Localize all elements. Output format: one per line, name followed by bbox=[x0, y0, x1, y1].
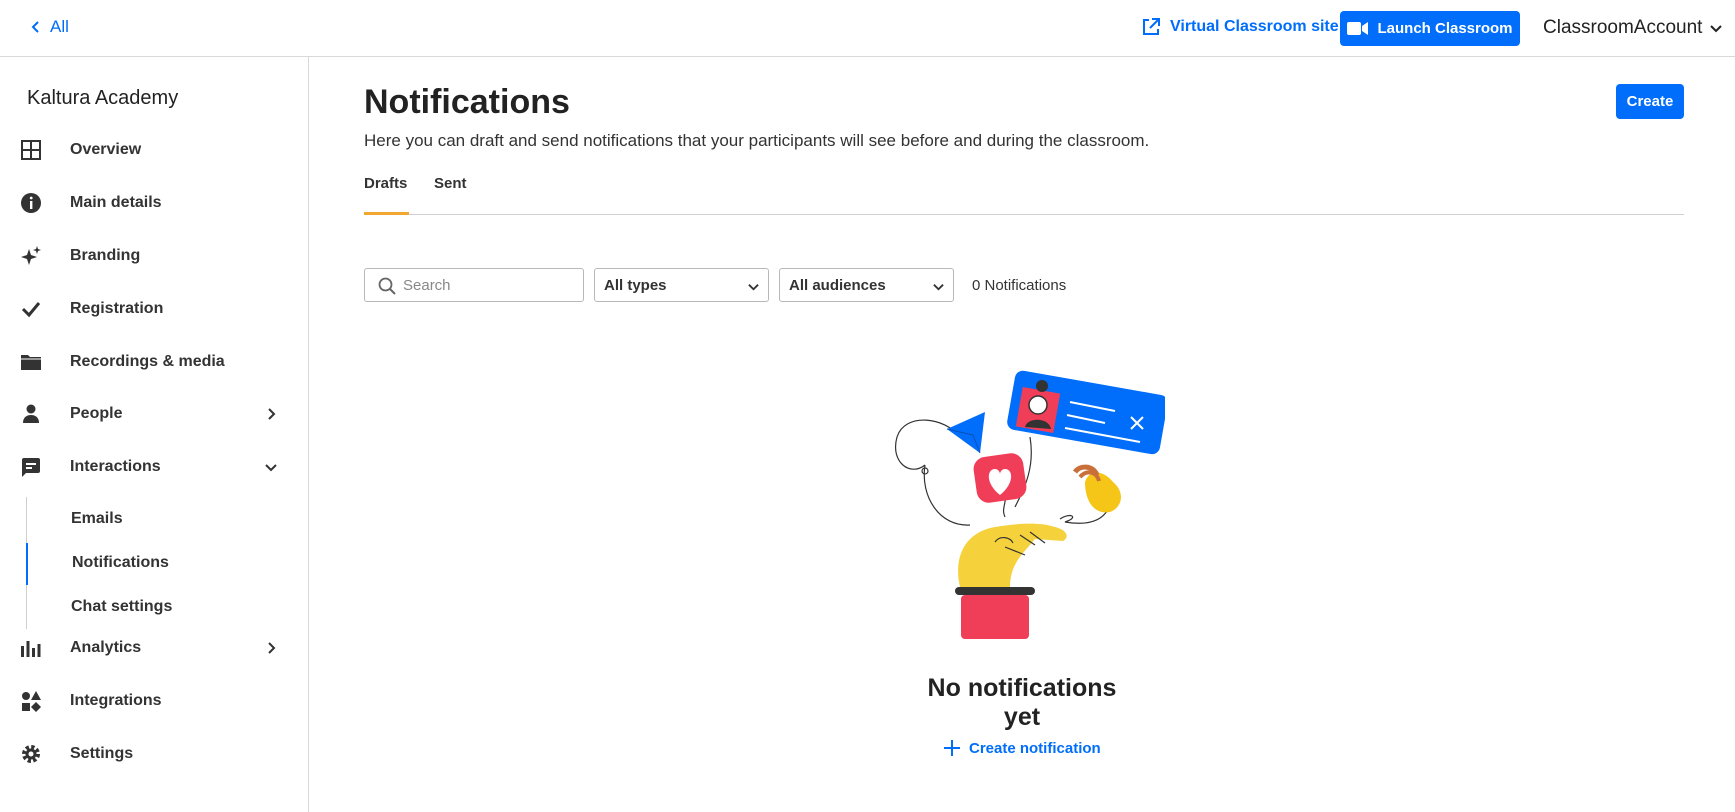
sidebar-item-overview[interactable]: Overview bbox=[0, 130, 308, 170]
account-menu[interactable]: ClassroomAccount bbox=[1543, 17, 1723, 39]
type-filter-select[interactable]: All types bbox=[594, 268, 769, 302]
sidebar-item-analytics[interactable]: Analytics bbox=[0, 628, 308, 668]
sidebar-item-people[interactable]: People bbox=[0, 394, 308, 434]
page-title: Notifications bbox=[364, 83, 570, 121]
chevron-down-icon bbox=[748, 284, 759, 291]
sidebar-item-label: Integrations bbox=[70, 692, 162, 709]
chevron-left-icon bbox=[31, 21, 39, 33]
search-icon bbox=[378, 277, 396, 295]
search-input[interactable] bbox=[403, 271, 578, 299]
sidebar-item-label: Main details bbox=[70, 194, 162, 211]
bar-chart-icon bbox=[20, 637, 42, 659]
audience-filter-select[interactable]: All audiences bbox=[779, 268, 954, 302]
sidebar-item-label: People bbox=[70, 405, 123, 422]
sidebar-item-main-details[interactable]: Main details bbox=[0, 183, 308, 223]
sidebar-subitem-emails[interactable]: Emails bbox=[28, 499, 308, 539]
sidebar-item-branding[interactable]: Branding bbox=[0, 236, 308, 276]
sidebar-item-label: Settings bbox=[70, 745, 134, 762]
sidebar-subitem-label: Emails bbox=[71, 510, 123, 527]
sidebar-item-registration[interactable]: Registration bbox=[0, 289, 308, 329]
sidebar-item-label: Interactions bbox=[70, 458, 161, 475]
audience-filter-value: All audiences bbox=[789, 277, 886, 294]
person-icon bbox=[20, 403, 42, 425]
sparkle-icon bbox=[20, 245, 42, 267]
sidebar-subitem-chat-settings[interactable]: Chat settings bbox=[28, 587, 308, 627]
notifications-count: 0 Notifications bbox=[972, 277, 1067, 294]
empty-state-title: No notifications yet bbox=[927, 674, 1117, 731]
check-icon bbox=[20, 298, 42, 320]
back-link-label: All bbox=[50, 17, 69, 36]
gear-icon bbox=[20, 743, 42, 765]
main-content: Notifications Here you can draft and sen… bbox=[309, 57, 1735, 812]
sidebar-item-integrations[interactable]: Integrations bbox=[0, 681, 308, 721]
sidebar-item-recordings-media[interactable]: Recordings & media bbox=[0, 342, 308, 382]
sidebar-item-interactions[interactable]: Interactions bbox=[0, 447, 308, 487]
search-field[interactable] bbox=[364, 268, 584, 302]
top-bar: All Virtual Classroom site Launch Classr… bbox=[0, 0, 1735, 57]
shapes-icon bbox=[20, 690, 42, 712]
create-notification-link[interactable]: Create notification bbox=[943, 739, 1101, 757]
info-icon bbox=[20, 192, 42, 214]
chat-icon bbox=[20, 456, 42, 478]
sidebar-item-label: Registration bbox=[70, 300, 164, 317]
tabs-divider bbox=[364, 214, 1684, 215]
empty-state-illustration bbox=[895, 370, 1165, 639]
page-description: Here you can draft and send notification… bbox=[364, 131, 1150, 150]
grid-icon bbox=[20, 139, 42, 161]
plus-icon bbox=[944, 740, 960, 756]
launch-classroom-button[interactable]: Launch Classroom bbox=[1340, 11, 1520, 46]
sidebar-item-settings[interactable]: Settings bbox=[0, 734, 308, 774]
create-notification-label: Create notification bbox=[969, 739, 1101, 757]
virtual-classroom-site-label: Virtual Classroom site bbox=[1170, 18, 1339, 35]
external-link-icon bbox=[1143, 18, 1160, 35]
chevron-down-icon bbox=[265, 464, 277, 472]
sidebar-subitem-label: Notifications bbox=[72, 554, 169, 571]
sidebar-subitem-notifications[interactable]: Notifications bbox=[28, 543, 308, 583]
sidebar-item-label: Branding bbox=[70, 247, 141, 264]
sidebar-item-label: Overview bbox=[70, 141, 142, 158]
tab-drafts[interactable]: Drafts bbox=[364, 175, 409, 215]
sidebar-item-label: Analytics bbox=[70, 639, 142, 656]
tab-sent[interactable]: Sent bbox=[434, 175, 467, 215]
sidebar-subitem-label: Chat settings bbox=[71, 598, 173, 615]
launch-classroom-label: Launch Classroom bbox=[1377, 20, 1513, 37]
sidebar: Kaltura Academy Overview Main details Br… bbox=[0, 57, 309, 812]
virtual-classroom-site-link[interactable]: Virtual Classroom site bbox=[1141, 17, 1339, 37]
chevron-right-icon bbox=[268, 408, 276, 420]
org-name: Kaltura Academy bbox=[27, 87, 179, 109]
create-button[interactable]: Create bbox=[1616, 84, 1684, 119]
chevron-right-icon bbox=[268, 642, 276, 654]
chevron-down-icon bbox=[933, 284, 944, 291]
back-to-all-link[interactable]: All bbox=[30, 17, 69, 37]
video-camera-icon bbox=[1347, 22, 1369, 35]
type-filter-value: All types bbox=[604, 277, 667, 294]
sidebar-item-label: Recordings & media bbox=[70, 353, 225, 370]
chevron-down-icon bbox=[1710, 25, 1723, 33]
account-name: ClassroomAccount bbox=[1543, 17, 1703, 38]
folder-icon bbox=[20, 351, 42, 373]
